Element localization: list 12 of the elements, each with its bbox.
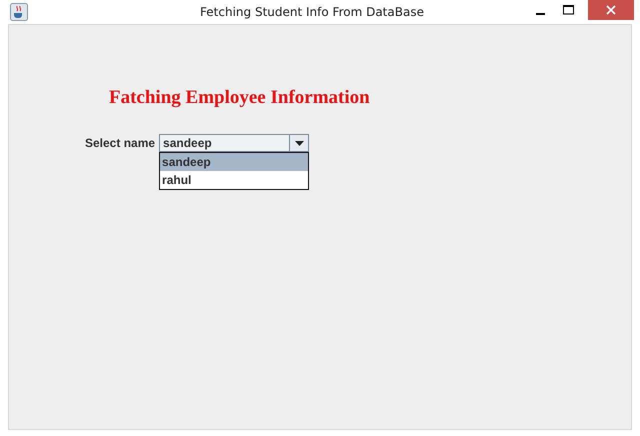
dropdown-option[interactable]: rahul: [160, 171, 308, 189]
heading: Fatching Employee Information: [109, 87, 371, 109]
java-cup-icon: [10, 3, 28, 21]
minimize-icon: [536, 13, 544, 15]
caret-icon: [294, 140, 304, 146]
maximize-icon: [562, 5, 574, 15]
name-dropdown[interactable]: sandeep: [159, 134, 310, 152]
close-icon: [606, 5, 616, 15]
dropdown-option[interactable]: sandeep: [160, 153, 308, 171]
select-label: Select name: [85, 136, 156, 150]
close-button[interactable]: [588, 0, 634, 20]
window-title: Fetching Student Info From DataBase: [199, 5, 425, 19]
